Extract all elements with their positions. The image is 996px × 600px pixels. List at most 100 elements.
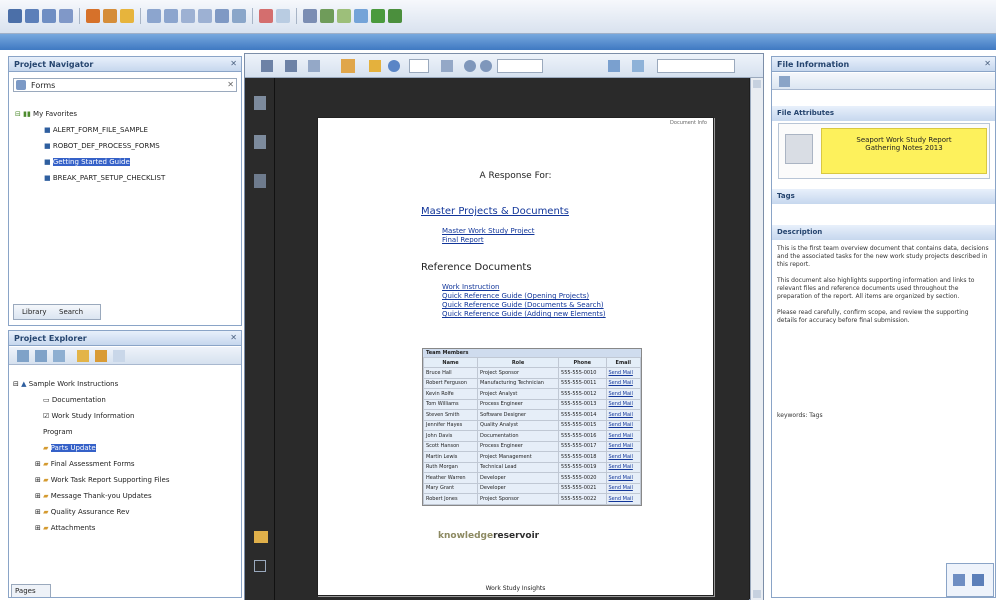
link-icon[interactable]: [320, 9, 334, 23]
print-preview-icon[interactable]: [232, 9, 246, 23]
document-link[interactable]: Work Instruction: [442, 283, 499, 291]
explorer-item[interactable]: Program: [43, 428, 73, 436]
pages-thumbnail-icon[interactable]: [254, 96, 266, 110]
print-icon[interactable]: [261, 60, 273, 72]
vertical-scrollbar[interactable]: [750, 78, 763, 600]
explorer-item[interactable]: ☑ Work Study Information: [43, 412, 134, 420]
document-link[interactable]: Master Work Study Project: [442, 227, 534, 235]
find-icon[interactable]: [608, 60, 620, 72]
send-mail-link[interactable]: Send Mail: [605, 461, 641, 473]
nav-item-selected[interactable]: ■ Getting Started Guide: [44, 158, 130, 166]
email-icon[interactable]: [308, 60, 320, 72]
add-icon[interactable]: [17, 350, 29, 362]
send-mail-link[interactable]: Send Mail: [605, 482, 641, 494]
up-icon[interactable]: [53, 350, 65, 362]
columns-icon[interactable]: [198, 9, 212, 23]
document-link[interactable]: Quick Reference Guide (Documents & Searc…: [442, 301, 604, 309]
send-mail-link[interactable]: Send Mail: [605, 409, 641, 421]
open-folder-icon[interactable]: [103, 9, 117, 23]
remove-icon[interactable]: [35, 350, 47, 362]
tree-root[interactable]: ⊟ ▮▮ My Favorites: [15, 110, 77, 118]
send-mail-link[interactable]: Send Mail: [605, 388, 641, 400]
clear-icon[interactable]: ✕: [227, 80, 234, 89]
refresh-icon[interactable]: [779, 76, 790, 87]
send-mail-link[interactable]: Send Mail: [605, 377, 641, 389]
explorer-item[interactable]: ⊞ ▰ Final Assessment Forms: [35, 460, 135, 468]
up-arrow-icon[interactable]: [369, 60, 381, 72]
hand-tool-icon[interactable]: [341, 59, 355, 73]
tab-search[interactable]: Search: [59, 308, 83, 316]
table-icon[interactable]: [181, 9, 195, 23]
zoom-out-icon[interactable]: [464, 60, 476, 72]
bookmark-icon[interactable]: [632, 60, 644, 72]
zoom-select[interactable]: [497, 59, 543, 73]
pin-icon[interactable]: ✕: [230, 333, 237, 342]
explorer-item-label: Quality Assurance Rev: [50, 508, 130, 516]
down-arrow-icon[interactable]: [388, 60, 400, 72]
help-icon[interactable]: [354, 9, 368, 23]
export-icon[interactable]: [371, 9, 385, 23]
document-link[interactable]: Quick Reference Guide (Opening Projects): [442, 292, 589, 300]
favorites-label: My Favorites: [33, 110, 78, 118]
explorer-item[interactable]: ▭ Documentation: [43, 396, 106, 404]
search-input[interactable]: Forms: [31, 81, 55, 90]
explorer-item[interactable]: ⊞ ▰ Attachments: [35, 524, 95, 532]
lock-icon[interactable]: [303, 9, 317, 23]
save-icon[interactable]: [120, 9, 134, 23]
back-icon[interactable]: [25, 9, 39, 23]
send-mail-link[interactable]: Send Mail: [605, 367, 641, 379]
scroll-down-button[interactable]: [753, 590, 761, 598]
scroll-up-button[interactable]: [753, 80, 761, 88]
attachments-icon[interactable]: [254, 135, 266, 149]
print-icon[interactable]: [215, 9, 229, 23]
folder-icon[interactable]: [77, 350, 89, 362]
properties-icon[interactable]: [276, 9, 290, 23]
signature-icon[interactable]: [254, 531, 268, 543]
tab-library[interactable]: Library: [22, 308, 46, 316]
play-icon[interactable]: [388, 9, 402, 23]
nav-item[interactable]: ■ ROBOT_DEF_PROCESS_FORMS: [44, 142, 160, 150]
comments-icon[interactable]: [254, 174, 266, 188]
settings-icon[interactable]: [254, 560, 266, 572]
explorer-root[interactable]: ⊟ ▲ Sample Work Instructions: [13, 380, 118, 388]
mini-icon[interactable]: [953, 574, 965, 586]
view-icon[interactable]: [113, 350, 125, 362]
explorer-item[interactable]: ⊞ ▰ Work Task Report Supporting Files: [35, 476, 170, 484]
pin-icon[interactable]: ✕: [984, 59, 991, 68]
fit-page-icon[interactable]: [441, 60, 453, 72]
explorer-item-selected[interactable]: ▰ Parts Update: [43, 444, 96, 452]
forward-icon[interactable]: [42, 9, 56, 23]
table-cell: 555-555-0018: [558, 451, 607, 463]
tab-pages[interactable]: Pages: [11, 584, 51, 597]
layout-icon[interactable]: [147, 9, 161, 23]
explorer-item[interactable]: ⊞ ▰ Quality Assurance Rev: [35, 508, 129, 516]
sync-icon[interactable]: [337, 9, 351, 23]
history-icon[interactable]: [59, 9, 73, 23]
nav-item[interactable]: ■ ALERT_FORM_FILE_SAMPLE: [44, 126, 148, 134]
flag-icon[interactable]: [259, 9, 273, 23]
send-mail-link[interactable]: Send Mail: [605, 430, 641, 442]
table-cell: Documentation: [477, 430, 560, 442]
home-icon[interactable]: [8, 9, 22, 23]
page-number-input[interactable]: [409, 59, 429, 73]
send-mail-link[interactable]: Send Mail: [605, 493, 641, 505]
send-mail-link[interactable]: Send Mail: [605, 440, 641, 452]
save-icon[interactable]: [285, 60, 297, 72]
send-mail-link[interactable]: Send Mail: [605, 419, 641, 431]
document-link[interactable]: Quick Reference Guide (Adding new Elemen…: [442, 310, 606, 318]
new-folder-icon[interactable]: [95, 350, 107, 362]
mini-icon[interactable]: [972, 574, 984, 586]
navigator-search-box[interactable]: Forms ✕: [13, 78, 237, 92]
find-input[interactable]: [657, 59, 735, 73]
document-link[interactable]: Final Report: [442, 236, 484, 244]
new-icon[interactable]: [86, 9, 100, 23]
zoom-in-icon[interactable]: [480, 60, 492, 72]
mini-toolbar[interactable]: [946, 563, 994, 597]
send-mail-link[interactable]: Send Mail: [605, 451, 641, 463]
send-mail-link[interactable]: Send Mail: [605, 398, 641, 410]
grid-icon[interactable]: [164, 9, 178, 23]
pin-icon[interactable]: ✕: [230, 59, 237, 68]
explorer-item[interactable]: ⊞ ▰ Message Thank-you Updates: [35, 492, 152, 500]
send-mail-link[interactable]: Send Mail: [605, 472, 641, 484]
nav-item[interactable]: ■ BREAK_PART_SETUP_CHECKLIST: [44, 174, 165, 182]
